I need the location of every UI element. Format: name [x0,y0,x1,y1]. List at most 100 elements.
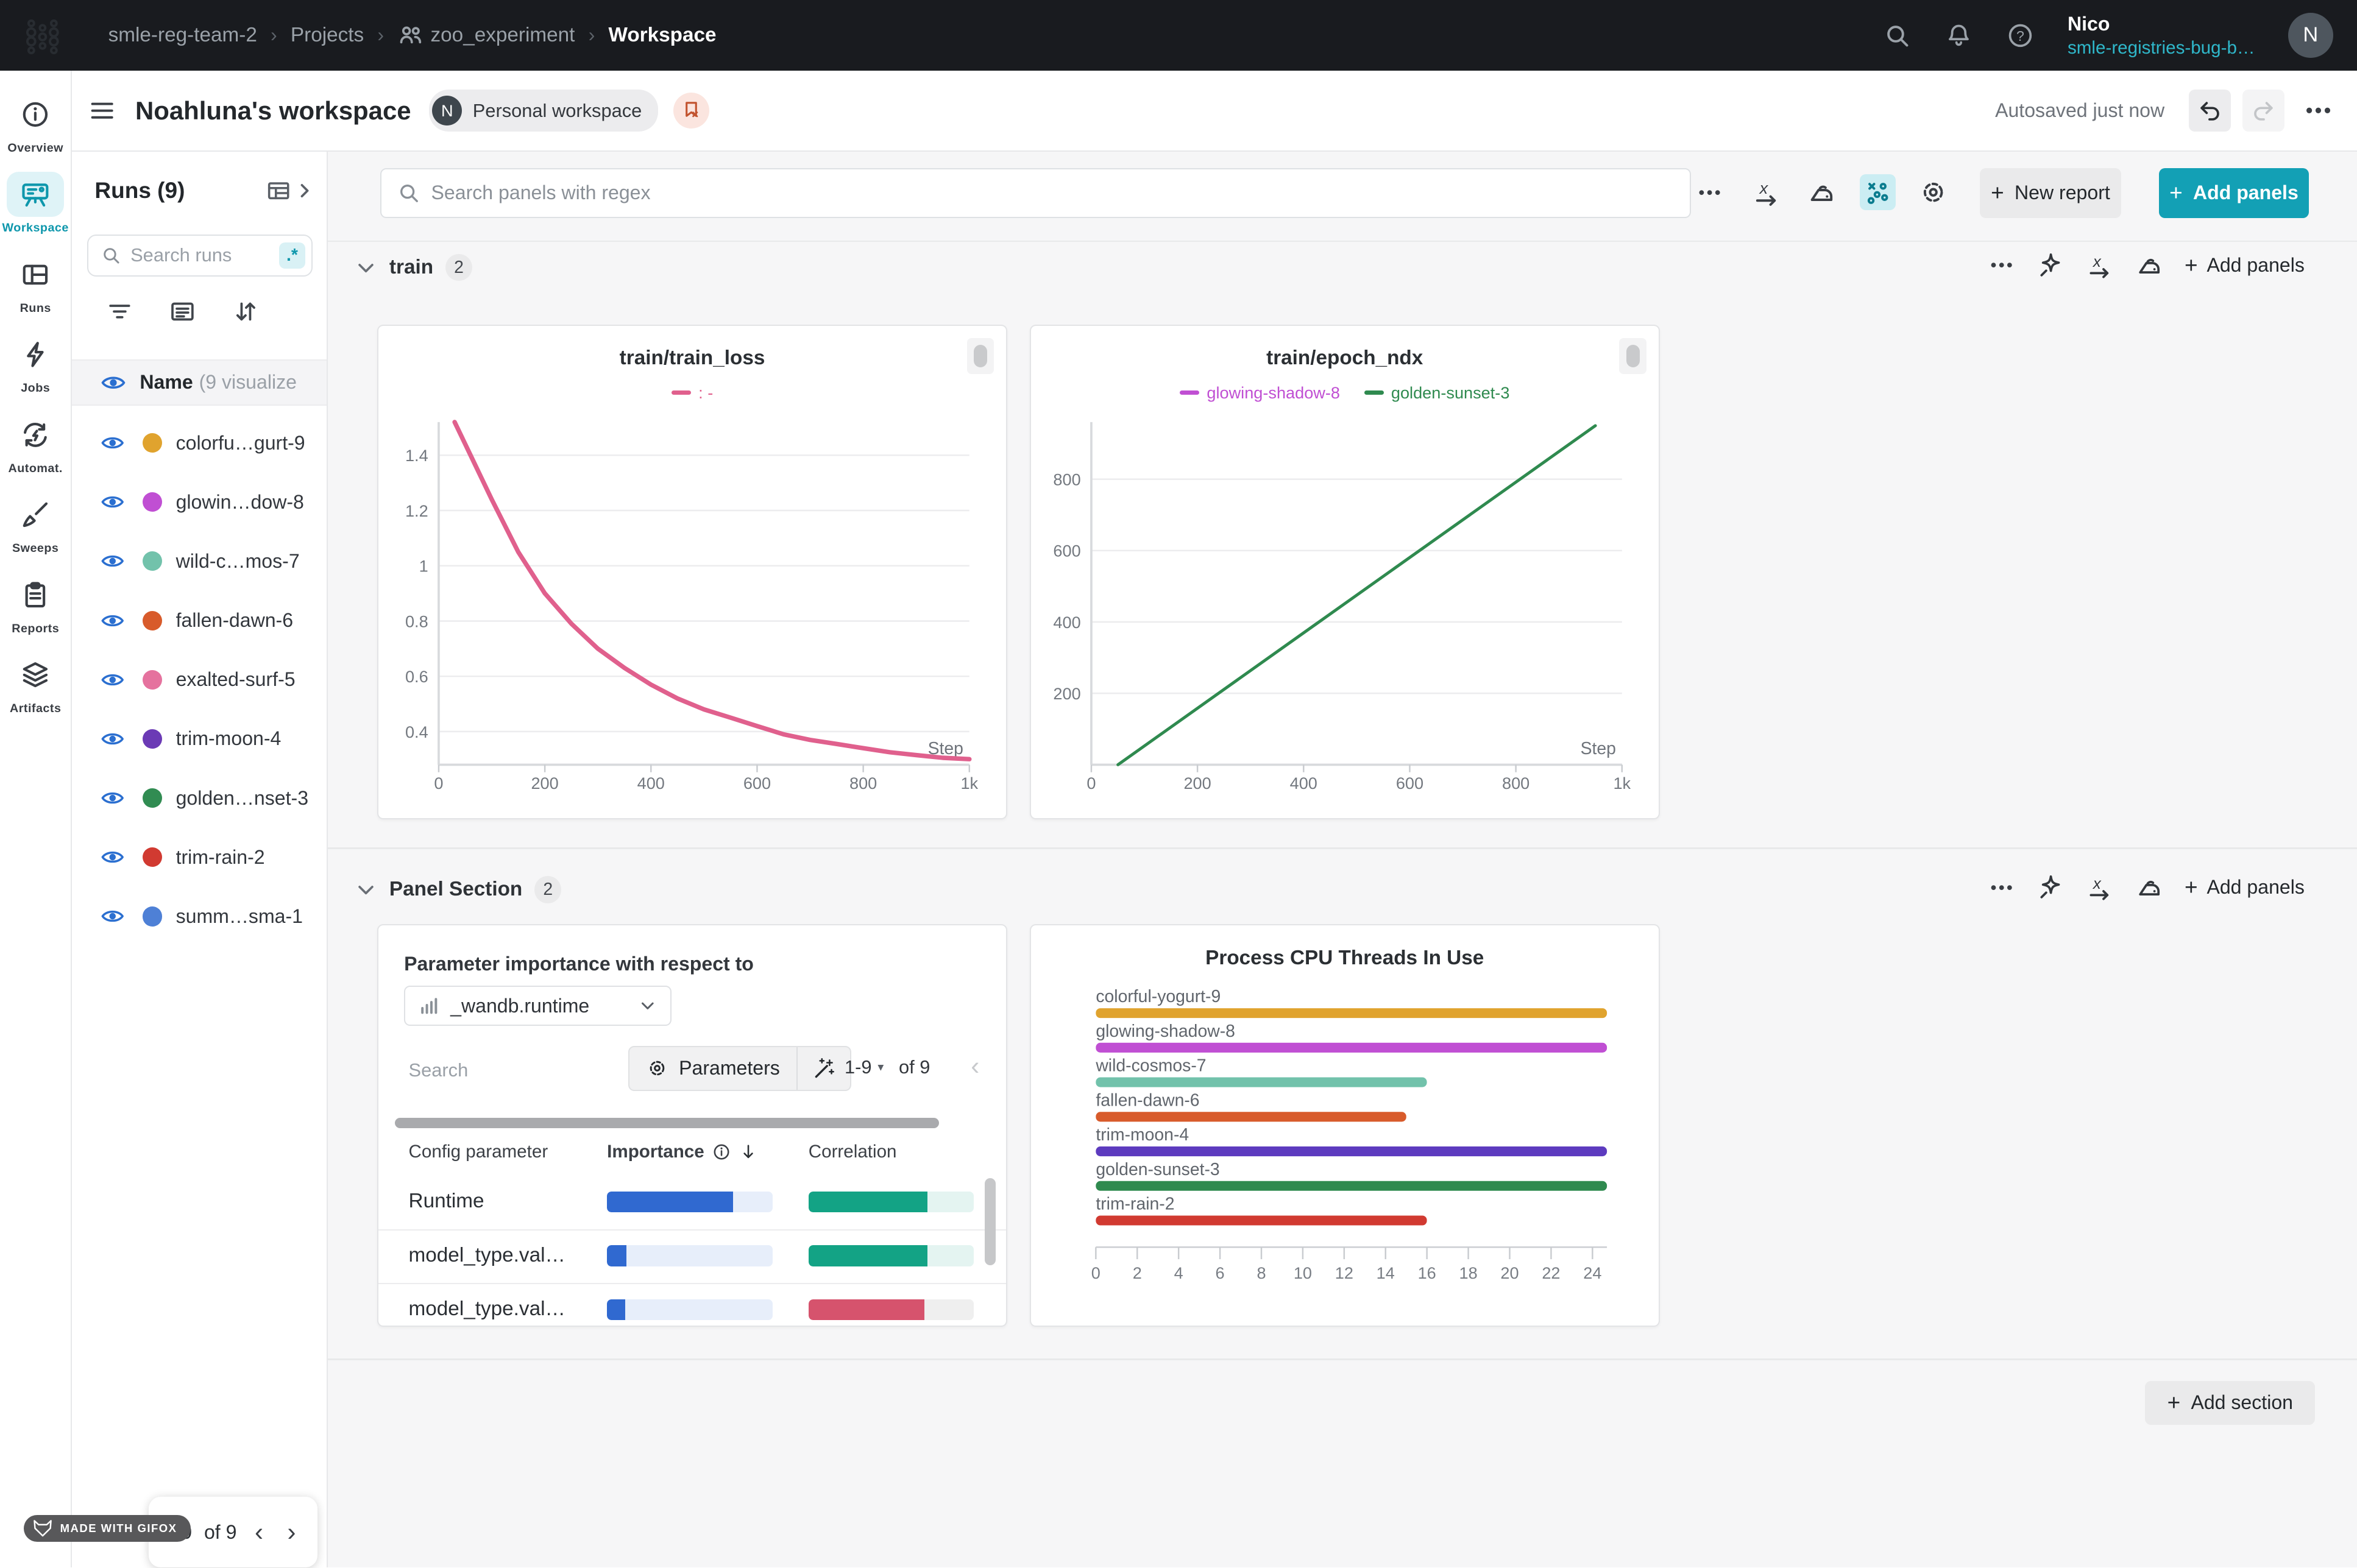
panel-epoch-ndx[interactable]: train/epoch_ndx glowing-shadow-8golden-s… [1030,325,1660,819]
settings-gear-icon[interactable] [1915,174,1951,210]
sidebar-item-reports[interactable]: Reports [0,573,71,636]
panels-overflow-icon[interactable]: ••• [1693,174,1729,210]
run-row[interactable]: exalted-surf-5 [72,650,326,709]
breadcrumb-projects[interactable]: Projects [291,24,364,47]
section-overflow-icon[interactable]: ••• [1991,255,2015,275]
add-section-button[interactable]: + Add section [2145,1381,2315,1425]
run-row[interactable]: trim-rain-2 [72,828,326,887]
x-axis-settings-icon[interactable]: x [2085,873,2114,902]
svg-text:16: 16 [1417,1263,1436,1282]
smoothing-iron-icon[interactable] [1804,174,1840,210]
overflow-menu-icon[interactable]: ••• [2306,99,2333,122]
run-visibility-eye-icon[interactable] [101,788,124,808]
help-icon[interactable]: ? [2006,21,2035,50]
undo-button[interactable] [2189,90,2231,132]
run-visibility-eye-icon[interactable] [101,551,124,571]
run-visibility-eye-icon[interactable] [101,492,124,512]
redo-button[interactable] [2242,90,2284,132]
panel-train-loss[interactable]: train/train_loss : - 0.40.60.811.21.4020… [377,325,1007,819]
sidebar-item-automations[interactable]: Automat. [0,412,71,476]
pin-section-icon[interactable] [2036,873,2065,902]
run-row[interactable]: colorfu…gurt-9 [72,413,326,472]
runs-table-toggle-icon[interactable] [265,177,292,204]
run-row[interactable]: trim-moon-4 [72,709,326,768]
parameters-button[interactable]: Parameters [629,1047,798,1090]
param-table-row[interactable]: Runtime [378,1176,1006,1230]
sidebar-item-workspace[interactable]: Workspace [0,172,71,235]
legend-entry[interactable]: golden-sunset-3 [1364,383,1510,403]
horizontal-scrollbar[interactable] [395,1118,939,1128]
breadcrumb-project[interactable]: zoo_experiment [431,24,575,47]
sidebar-item-sweeps[interactable]: Sweeps [0,492,71,556]
run-name: trim-rain-2 [176,846,265,869]
outliers-scatter-icon[interactable] [1860,174,1896,210]
section-header-panel-section[interactable]: Panel Section 2 [355,876,561,903]
sidebar-item-jobs[interactable]: Jobs [0,332,71,395]
run-visibility-eye-icon[interactable] [101,433,124,453]
hamburger-menu-icon[interactable] [87,96,117,125]
search-panels-input[interactable]: Search panels with regex [380,168,1691,217]
panel-cpu-threads[interactable]: Process CPU Threads In Use colorful-yogu… [1030,924,1660,1327]
chevron-down-icon[interactable] [355,878,377,901]
smoothing-iron-icon[interactable] [2135,873,2164,902]
breadcrumb-team[interactable]: smle-reg-team-2 [108,24,257,47]
filter-icon[interactable] [105,297,134,326]
run-row[interactable]: fallen-dawn-6 [72,591,326,650]
sidebar-item-runs[interactable]: Runs [0,252,71,316]
section-add-panels-button[interactable]: + Add panels [2185,254,2305,277]
notifications-bell-icon[interactable] [1944,21,1973,50]
sidebar-item-overview[interactable]: Overview [0,91,71,155]
legend-entry[interactable]: : - [672,383,714,403]
clear-workspace-icon[interactable] [673,93,709,129]
group-list-icon[interactable] [168,297,197,326]
column-importance[interactable]: Importance [607,1142,758,1162]
run-visibility-eye-icon[interactable] [101,847,124,867]
run-visibility-eye-icon[interactable] [101,611,124,630]
x-axis-settings-icon[interactable]: x [2085,251,2114,280]
param-table-row[interactable]: model_type.val… [378,1231,1006,1284]
section-overflow-icon[interactable]: ••• [1991,878,2015,897]
user-block[interactable]: Nico smle-registries-bug-b… [2068,12,2255,58]
chevron-down-icon[interactable] [355,256,377,279]
prev-page-chevron[interactable]: ‹ [255,1519,263,1545]
run-row[interactable]: glowin…dow-8 [72,473,326,532]
personal-workspace-badge[interactable]: N Personal workspace [429,90,658,132]
run-visibility-eye-icon[interactable] [101,906,124,926]
runs-name-header[interactable]: Name (9 visualize [72,359,326,406]
magic-wand-button[interactable] [798,1047,850,1090]
smoothing-iron-icon[interactable] [2135,251,2164,280]
section-add-panels-button[interactable]: + Add panels [2185,876,2305,899]
param-table-row[interactable]: model_type.val… [378,1284,1006,1327]
regex-toggle[interactable]: .* [279,242,306,269]
run-row[interactable]: golden…nset-3 [72,769,326,828]
user-org-link[interactable]: smle-registries-bug-b… [2068,37,2255,59]
panel-parameter-importance[interactable]: Parameter importance with respect to _wa… [377,924,1007,1327]
vertical-scrollbar[interactable] [985,1178,995,1265]
search-icon[interactable] [1883,21,1912,50]
sort-icon[interactable] [232,297,260,326]
metric-dropdown[interactable]: _wandb.runtime [404,986,672,1026]
param-search-placeholder[interactable]: Search [409,1059,469,1081]
expand-chevron-icon[interactable] [295,181,314,200]
run-visibility-eye-icon[interactable] [101,670,124,690]
pin-section-icon[interactable] [2036,251,2065,280]
x-axis-settings-icon[interactable]: x [1748,174,1784,210]
sidebar-item-artifacts[interactable]: Artifacts [0,652,71,716]
search-runs-input[interactable]: Search runs .* [87,235,313,277]
legend-entry[interactable]: glowing-shadow-8 [1180,383,1340,403]
autosave-status: Autosaved just now [1995,99,2164,122]
wandb-logo-icon[interactable] [24,16,63,55]
section-header-train[interactable]: train 2 [355,254,472,281]
drag-handle[interactable] [1619,338,1646,374]
param-table-rows: Runtimemodel_type.val…model_type.val… [378,1176,1006,1327]
next-page-chevron[interactable]: › [287,1519,296,1545]
run-row[interactable]: wild-c…mos-7 [72,532,326,591]
run-visibility-eye-icon[interactable] [101,729,124,749]
drag-handle[interactable] [967,338,994,374]
pager-prev-chevron[interactable]: ‹ [971,1051,979,1081]
new-report-button[interactable]: + New report [1980,168,2121,217]
avatar[interactable]: N [2288,13,2333,58]
param-pager[interactable]: 1-9▾ of 9 [845,1056,930,1078]
add-panels-button[interactable]: + Add panels [2159,168,2309,217]
run-row[interactable]: summ…sma-1 [72,887,326,946]
